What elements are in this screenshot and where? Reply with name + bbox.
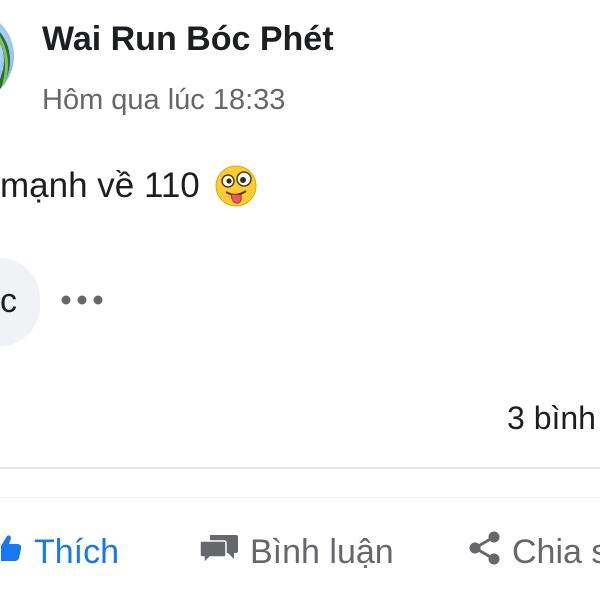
reaction-bubble-text: c: [0, 282, 17, 320]
speech-bubble-icon: [199, 531, 240, 574]
author-name[interactable]: Wai Run Bóc Phét: [42, 20, 334, 59]
post-text: mạnh về 110: [0, 164, 258, 208]
zany-face-emoji-icon: [214, 164, 258, 208]
post-card: Wai Run Bóc Phét Hôm qua lúc 18:33 mạnh …: [0, 0, 600, 600]
comment-count[interactable]: 3 bình: [507, 400, 596, 437]
divider: [0, 497, 600, 498]
like-button[interactable]: Thích: [0, 528, 119, 576]
thumbs-up-icon: [0, 531, 24, 574]
comment-label: Bình luận: [250, 532, 394, 571]
comment-button[interactable]: Bình luận: [199, 528, 394, 576]
post-text-content: mạnh về 110: [0, 166, 200, 205]
share-button[interactable]: Chia s: [466, 528, 600, 576]
like-label: Thích: [34, 532, 120, 571]
share-label: Chia s: [512, 532, 600, 571]
author-avatar[interactable]: [0, 10, 14, 102]
divider: [0, 467, 600, 469]
post-timestamp[interactable]: Hôm qua lúc 18:33: [42, 84, 285, 117]
more-dots-icon[interactable]: [60, 290, 106, 310]
share-icon: [466, 529, 502, 576]
